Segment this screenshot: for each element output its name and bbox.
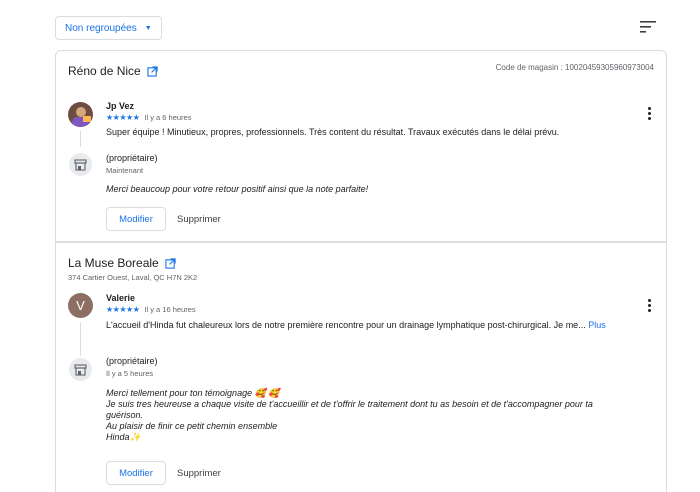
business-name-link[interactable]: Réno de Nice <box>68 64 158 78</box>
open-in-new-icon <box>147 65 158 77</box>
review-text: Super équipe ! Minutieux, propres, profe… <box>106 127 560 137</box>
modify-reply-button[interactable]: Modifier <box>106 207 166 231</box>
owner-label: (propriétaire) <box>106 153 158 163</box>
reviewer-name[interactable]: Valerie <box>106 293 135 303</box>
more-options-icon[interactable] <box>648 107 652 120</box>
rating-row: ★★★★★ Il y a 6 heures <box>106 113 191 122</box>
owner-reply-text: Merci tellement pour ton témoignage 🥰 🥰 … <box>106 388 593 442</box>
review-text: L'accueil d'Hinda fut chaleureux lors de… <box>106 320 626 331</box>
owner-reply-text: Merci beaucoup pour votre retour positif… <box>106 184 369 194</box>
open-in-new-icon <box>165 257 176 269</box>
star-rating: ★★★★★ <box>106 305 140 314</box>
reviewer-photo <box>68 102 93 127</box>
review-text-content: L'accueil d'Hinda fut chaleureux lors de… <box>106 320 586 330</box>
reply-time: Maintenant <box>106 166 144 175</box>
thread-line <box>80 322 81 356</box>
review-card: La Muse Boreale 374 Cartier Ouest, Laval… <box>55 242 667 492</box>
rating-row: ★★★★★ Il y a 16 heures <box>106 305 196 314</box>
review-card: Réno de Nice Code de magasin : 100204593… <box>55 50 667 242</box>
delete-reply-button[interactable]: Supprimer <box>177 207 221 231</box>
chevron-down-icon: ▼ <box>144 24 152 32</box>
review-time: Il y a 6 heures <box>144 113 192 122</box>
avatar: V <box>68 293 93 318</box>
sort-icon[interactable] <box>640 20 656 34</box>
avatar-letter: V <box>76 298 85 313</box>
store-code: Code de magasin : 10020459305960973004 <box>495 63 654 72</box>
grouping-filter-dropdown[interactable]: Non regroupées ▼ <box>55 16 162 40</box>
reply-time: Il y a 5 heures <box>106 369 154 378</box>
review-time: Il y a 16 heures <box>144 305 196 314</box>
avatar <box>68 102 93 127</box>
more-options-icon[interactable] <box>648 299 652 312</box>
owner-label: (propriétaire) <box>106 356 158 366</box>
business-name-link[interactable]: La Muse Boreale <box>68 256 176 270</box>
storefront-icon <box>69 153 92 176</box>
business-name: Réno de Nice <box>68 64 141 78</box>
delete-reply-button[interactable]: Supprimer <box>177 461 221 485</box>
filter-label: Non regroupées <box>65 22 137 34</box>
business-address: 374 Cartier Ouest, Laval, QC H7N 2K2 <box>68 273 198 282</box>
business-name: La Muse Boreale <box>68 256 159 270</box>
reviewer-name[interactable]: Jp Vez <box>106 101 134 111</box>
star-rating: ★★★★★ <box>106 113 140 122</box>
modify-reply-button[interactable]: Modifier <box>106 461 166 485</box>
more-link[interactable]: Plus <box>588 320 606 330</box>
storefront-icon <box>69 358 92 381</box>
thread-line <box>80 131 81 147</box>
